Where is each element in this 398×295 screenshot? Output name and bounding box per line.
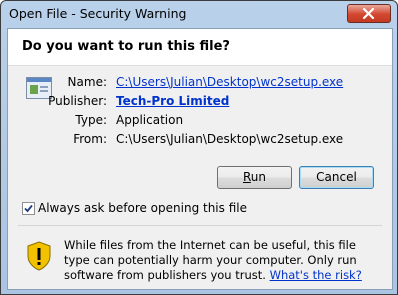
warning-message: While files from the Internet can be use… — [64, 238, 384, 283]
run-button-label: R — [242, 170, 251, 184]
run-button[interactable]: Run — [217, 166, 292, 189]
cancel-button-label: Cancel — [316, 170, 357, 184]
checkmark-icon — [24, 204, 33, 213]
always-ask-checkbox[interactable] — [22, 202, 35, 215]
name-label: Name: — [67, 75, 107, 89]
close-button[interactable] — [347, 4, 391, 23]
publisher-label: Publisher: — [48, 94, 107, 108]
name-link[interactable]: C:\Users\Julian\Desktop\wc2setup.exe — [116, 75, 343, 89]
always-ask-label[interactable]: Always ask before opening this file — [38, 201, 247, 215]
question-heading: Do you want to run this file? — [22, 39, 230, 54]
dialog-body: Do you want to run this file? Name: C:\U… — [7, 28, 393, 290]
window-title: Open File - Security Warning — [9, 6, 187, 21]
title-bar[interactable]: Open File - Security Warning — [1, 1, 397, 27]
type-label: Type: — [75, 113, 107, 127]
close-icon — [362, 8, 375, 19]
security-warning-window: Open File - Security Warning Do you want… — [0, 0, 398, 295]
whats-the-risk-link[interactable]: What's the risk? — [270, 268, 362, 282]
from-label: From: — [73, 132, 107, 146]
type-value: Application — [116, 113, 184, 127]
publisher-link[interactable]: Tech-Pro Limited — [116, 94, 229, 108]
question-header: Do you want to run this file? — [8, 29, 392, 66]
divider — [18, 225, 382, 226]
run-button-label-rest: un — [250, 170, 267, 184]
cancel-button[interactable]: Cancel — [299, 166, 374, 189]
shield-warning-icon — [27, 241, 51, 271]
from-value: C:\Users\Julian\Desktop\wc2setup.exe — [116, 132, 344, 146]
